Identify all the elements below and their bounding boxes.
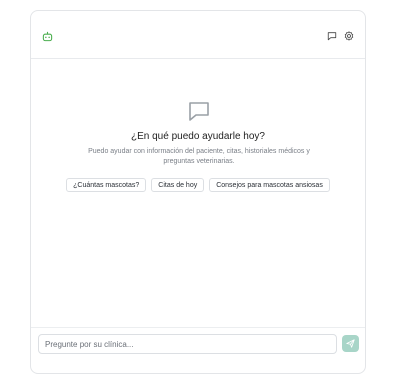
send-button[interactable]	[342, 335, 359, 352]
composer	[31, 327, 365, 373]
gear-icon	[344, 31, 354, 41]
chat-history-button[interactable]	[325, 29, 339, 43]
suggestion-pet-count[interactable]: ¿Cuántas mascotas?	[66, 178, 147, 192]
settings-button[interactable]	[342, 29, 356, 43]
suggestion-anxious-pets[interactable]: Consejos para mascotas ansiosas	[209, 178, 330, 192]
empty-state-title: ¿En qué puedo ayudarle hoy?	[131, 131, 265, 142]
empty-state: ¿En qué puedo ayudarle hoy? Puedo ayudar…	[31, 59, 365, 327]
suggestion-list: ¿Cuántas mascotas? Citas de hoy Consejos…	[31, 178, 365, 192]
suggestion-todays-appointments[interactable]: Citas de hoy	[151, 178, 205, 192]
send-icon	[346, 339, 355, 348]
bot-icon	[42, 31, 53, 42]
empty-state-subtitle: Puedo ayudar con información del pacient…	[88, 148, 310, 165]
message-square-icon	[189, 102, 209, 121]
message-input[interactable]	[38, 334, 337, 354]
chat-header	[31, 11, 365, 59]
chat-icon	[327, 32, 337, 41]
chat-panel: ¿En qué puedo ayudarle hoy? Puedo ayudar…	[30, 10, 366, 374]
